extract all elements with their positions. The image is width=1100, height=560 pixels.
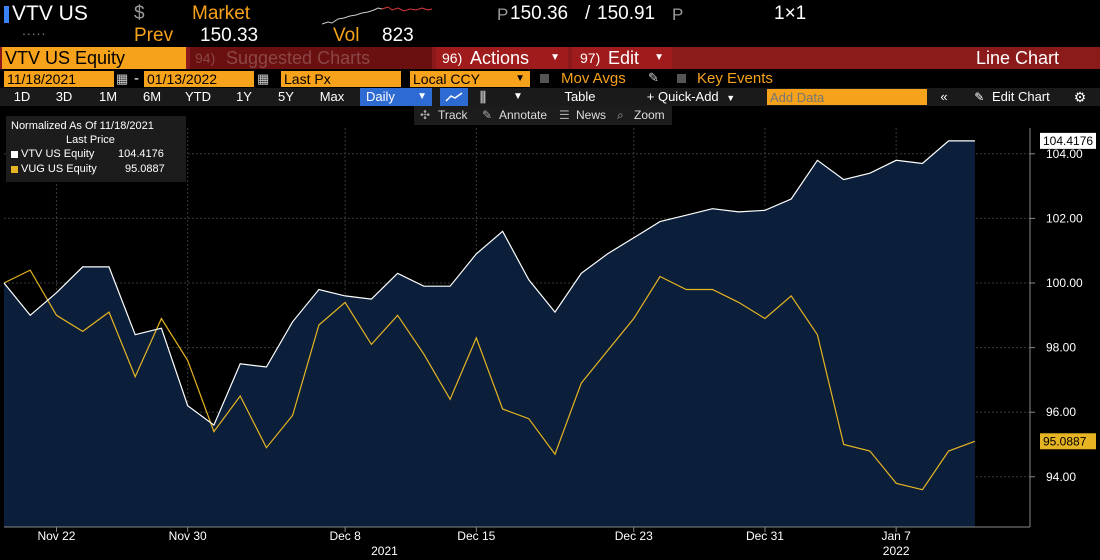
x-tick-label: Dec 15 (457, 529, 495, 543)
x-tick-label: Jan 7 (881, 529, 911, 543)
x-tick-label: Nov 22 (37, 529, 75, 543)
legend-vug-value: 95.0887 (125, 163, 165, 175)
legend-vtv-name: VTV US Equity (21, 148, 95, 160)
vtv-last-value-badge: 104.4176 (1043, 134, 1093, 148)
legend-normalized: Normalized As Of 11/18/2021 (11, 120, 154, 132)
line-chart[interactable]: 94.00 96.00 98.00 100.00 102.00 104.00 Nov 22 N… (0, 0, 1100, 560)
y-tick-label: 96.00 (1046, 405, 1076, 419)
y-tick-label: 100.00 (1046, 276, 1083, 290)
vtv-area (4, 140, 975, 527)
vug-last-value-badge: 95.0887 (1043, 434, 1087, 448)
x-tick-label: Nov 30 (169, 529, 207, 543)
vug-swatch (11, 166, 18, 173)
legend-vtv-value: 104.4176 (118, 148, 164, 160)
legend-box: Normalized As Of 11/18/2021 Last Price V… (6, 116, 186, 182)
x-tick-label: Dec 23 (615, 529, 653, 543)
legend-vug-name: VUG US Equity (21, 163, 97, 175)
y-tick-label: 94.00 (1046, 470, 1076, 484)
y-tick-label: 104.00 (1046, 147, 1083, 161)
y-tick-label: 98.00 (1046, 341, 1076, 355)
x-year-label: 2021 (371, 544, 398, 558)
x-tick-label: Dec 31 (746, 529, 784, 543)
legend-field: Last Price (66, 134, 115, 146)
vtv-swatch (11, 151, 18, 158)
x-year-label: 2022 (883, 544, 910, 558)
x-tick-label: Dec 8 (329, 529, 361, 543)
y-tick-label: 102.00 (1046, 211, 1083, 225)
